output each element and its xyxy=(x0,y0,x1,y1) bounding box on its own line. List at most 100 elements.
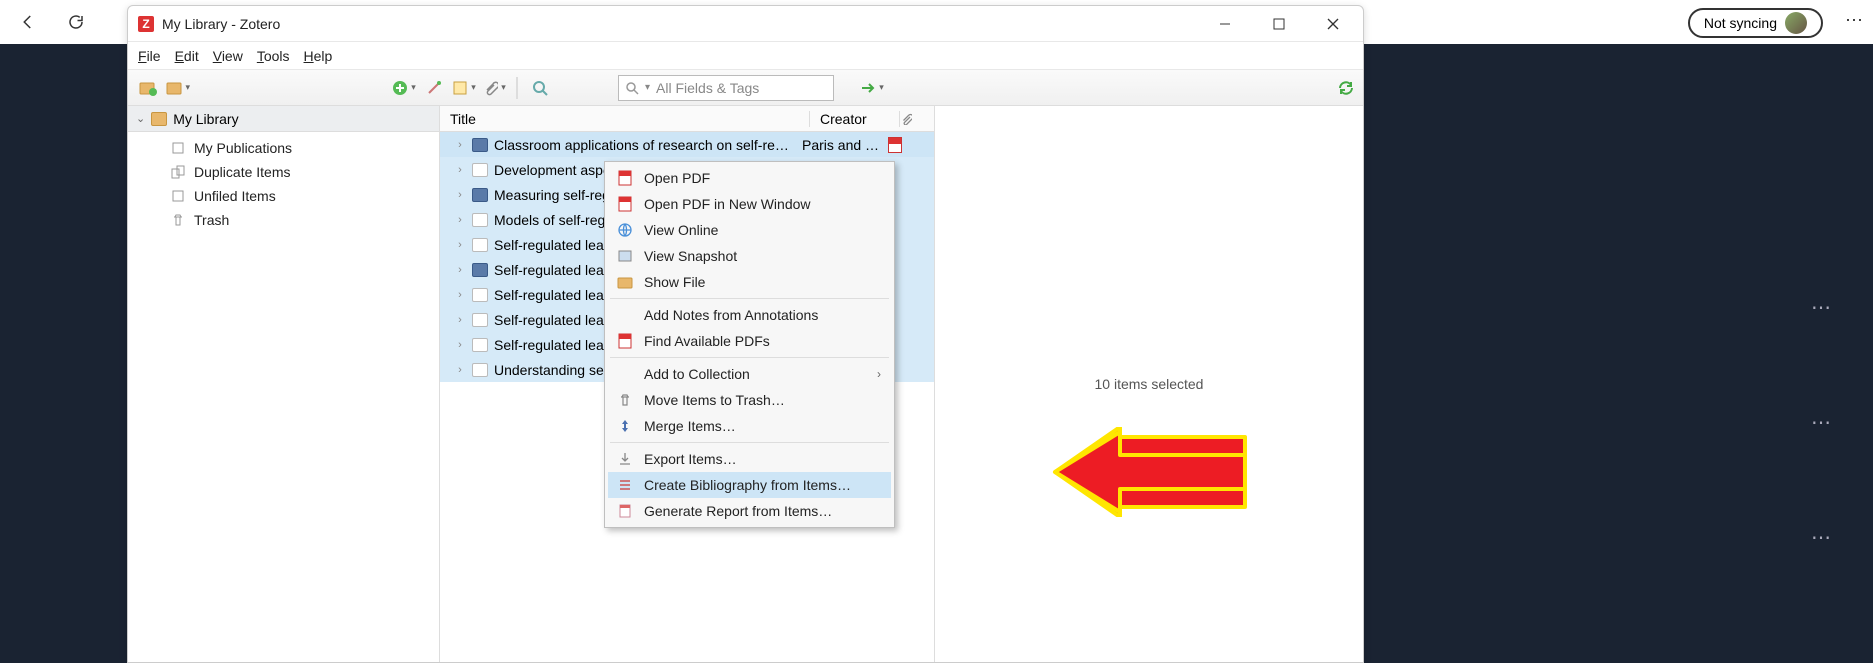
expand-icon[interactable]: › xyxy=(454,289,466,301)
menu-item-label: Generate Report from Items… xyxy=(644,503,832,519)
menu-item[interactable]: Open PDF in New Window xyxy=(608,191,891,217)
globe-icon xyxy=(616,221,634,239)
sidebar-overflow-icon: ⋯ xyxy=(1811,410,1833,435)
menu-tools[interactable]: Tools xyxy=(257,48,290,64)
trash-icon xyxy=(170,212,186,228)
pdf-icon xyxy=(616,195,634,213)
browser-more-button[interactable]: ⋯ xyxy=(1845,10,1865,31)
menu-view[interactable]: View xyxy=(213,48,243,64)
pdf-icon xyxy=(616,332,634,350)
item-type-icon xyxy=(472,313,488,327)
expand-icon[interactable]: › xyxy=(454,189,466,201)
menu-item[interactable]: Move Items to Trash… xyxy=(608,387,891,413)
item-type-icon xyxy=(472,213,488,227)
menu-separator xyxy=(610,442,889,443)
sync-button[interactable] xyxy=(1337,79,1355,97)
sidebar-item-label: Trash xyxy=(194,212,229,228)
menu-item-label: Export Items… xyxy=(644,451,737,467)
pdf-icon xyxy=(888,137,902,153)
item-type-icon xyxy=(472,263,488,277)
column-creator[interactable]: Creator xyxy=(810,111,900,127)
duplicates-icon xyxy=(170,164,186,180)
search-icon xyxy=(625,81,639,95)
maximize-button[interactable] xyxy=(1265,10,1293,38)
expand-icon[interactable]: › xyxy=(454,214,466,226)
new-item-button[interactable] xyxy=(392,76,416,100)
search-input[interactable]: ▾ All Fields & Tags xyxy=(618,75,834,101)
sidebar-item-unfiled[interactable]: Unfiled Items xyxy=(128,184,439,208)
expand-icon[interactable]: › xyxy=(454,164,466,176)
menu-item[interactable]: Create Bibliography from Items… xyxy=(608,472,891,498)
collections-pane: ⌄ My Library My Publications Duplicate I… xyxy=(128,106,440,662)
item-type-icon xyxy=(472,338,488,352)
report-icon xyxy=(616,502,634,520)
menu-item-label: View Online xyxy=(644,222,718,238)
chevron-down-icon: ⌄ xyxy=(136,112,145,125)
expand-icon[interactable]: › xyxy=(454,139,466,151)
expand-icon[interactable]: › xyxy=(454,239,466,251)
context-menu: Open PDF Open PDF in New Window View Onlin… xyxy=(604,161,895,528)
item-title: Classroom applications of research on se… xyxy=(494,137,796,153)
item-row[interactable]: › Classroom applications of research on s… xyxy=(440,132,934,157)
menu-item[interactable]: Open PDF xyxy=(608,165,891,191)
back-button[interactable] xyxy=(12,6,44,38)
expand-icon[interactable]: › xyxy=(454,364,466,376)
menu-item-label: Open PDF in New Window xyxy=(644,196,811,212)
attach-button[interactable] xyxy=(482,76,506,100)
menu-item[interactable]: Generate Report from Items… xyxy=(608,498,891,524)
sidebar-overflow-icon: ⋯ xyxy=(1811,525,1833,550)
menu-item[interactable]: Merge Items… xyxy=(608,413,891,439)
new-library-button[interactable] xyxy=(166,76,190,100)
sync-status-badge[interactable]: Not syncing xyxy=(1688,8,1823,38)
blank-icon xyxy=(616,306,634,324)
sidebar-item-label: Unfiled Items xyxy=(194,188,276,204)
sidebar-item-trash[interactable]: Trash xyxy=(128,208,439,232)
menu-item[interactable]: Add Notes from Annotations xyxy=(608,302,891,328)
menu-item-label: Add Notes from Annotations xyxy=(644,307,818,323)
titlebar: Z My Library - Zotero xyxy=(128,6,1363,42)
expand-icon[interactable]: › xyxy=(454,314,466,326)
menu-item-label: Add to Collection xyxy=(644,366,750,382)
menu-item[interactable]: Export Items… xyxy=(608,446,891,472)
close-button[interactable] xyxy=(1319,10,1347,38)
folder-icon xyxy=(616,273,634,291)
item-type-icon xyxy=(472,138,488,152)
sidebar-item-publications[interactable]: My Publications xyxy=(128,136,439,160)
user-avatar xyxy=(1785,12,1807,34)
sidebar-item-duplicates[interactable]: Duplicate Items xyxy=(128,160,439,184)
menu-item-label: Merge Items… xyxy=(644,418,736,434)
menu-edit[interactable]: Edit xyxy=(175,48,199,64)
search-scope-dropdown-icon[interactable]: ▾ xyxy=(645,82,650,93)
menu-separator xyxy=(610,357,889,358)
window-title: My Library - Zotero xyxy=(162,16,280,32)
item-detail-pane: 10 items selected xyxy=(935,106,1363,662)
menu-help[interactable]: Help xyxy=(304,48,333,64)
export-icon xyxy=(616,450,634,468)
selection-status: 10 items selected xyxy=(1095,376,1204,392)
item-type-icon xyxy=(472,238,488,252)
magic-wand-button[interactable] xyxy=(422,76,446,100)
column-title[interactable]: Title xyxy=(440,111,810,127)
new-note-button[interactable] xyxy=(452,76,476,100)
menu-item-label: Move Items to Trash… xyxy=(644,392,785,408)
app-icon: Z xyxy=(138,16,154,32)
refresh-button[interactable] xyxy=(60,6,92,38)
locate-button[interactable] xyxy=(860,76,884,100)
menu-item[interactable]: Show File xyxy=(608,269,891,295)
expand-icon[interactable]: › xyxy=(454,339,466,351)
unfiled-icon xyxy=(170,188,186,204)
library-header[interactable]: ⌄ My Library xyxy=(128,106,439,132)
menu-file[interactable]: File xyxy=(138,48,161,64)
minimize-button[interactable] xyxy=(1211,10,1239,38)
column-attachment[interactable] xyxy=(900,113,934,125)
expand-icon[interactable]: › xyxy=(454,264,466,276)
item-type-icon xyxy=(472,188,488,202)
sidebar-overflow-icon: ⋯ xyxy=(1811,295,1833,320)
menu-item[interactable]: Find Available PDFs xyxy=(608,328,891,354)
menu-item[interactable]: View Online xyxy=(608,217,891,243)
item-type-icon xyxy=(472,363,488,377)
menu-item[interactable]: Add to Collection› xyxy=(608,361,891,387)
new-collection-button[interactable] xyxy=(136,76,160,100)
menu-item[interactable]: View Snapshot xyxy=(608,243,891,269)
advanced-search-button[interactable] xyxy=(528,76,552,100)
